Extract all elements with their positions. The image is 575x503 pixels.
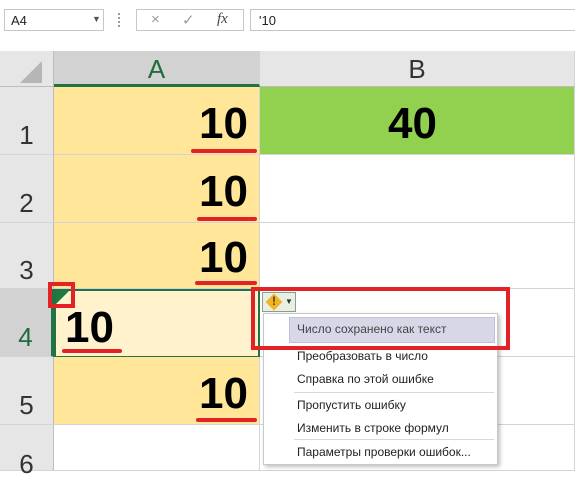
cell-a5[interactable]: 10 [54,357,260,425]
cell-b1[interactable]: 40 [260,87,575,155]
row-header-3[interactable]: 3 [0,223,54,289]
red-underline [197,217,257,221]
cancel-icon[interactable]: × [151,11,160,28]
formula-value: '10 [259,13,276,28]
cell-a1[interactable]: 10 [54,87,260,155]
row-header-2[interactable]: 2 [0,155,54,223]
enter-icon[interactable]: ✓ [182,11,195,29]
row-header-6[interactable]: 6 [0,425,54,479]
red-underline [62,349,122,353]
name-box[interactable]: A4 ▼ [4,9,104,31]
insert-function-icon[interactable]: fx [217,11,228,28]
cell-a2-value: 10 [199,167,248,216]
red-underline [196,418,257,422]
cell-b2[interactable] [260,155,575,223]
cell-a3-value: 10 [199,233,248,282]
cell-b3[interactable] [260,223,575,289]
column-header-a[interactable]: A [54,51,260,87]
name-box-value: A4 [11,13,27,28]
red-underline [195,281,257,285]
menu-item-help-on-error[interactable]: Справка по этой ошибке [266,367,495,391]
cell-a6[interactable] [54,425,260,471]
menu-item-ignore-error[interactable]: Пропустить ошибку [266,393,495,417]
red-highlight-box-indicator [48,282,75,308]
red-underline [191,149,257,153]
cell-a2[interactable]: 10 [54,155,260,223]
formula-bar-divider [118,13,120,27]
cell-a3[interactable]: 10 [54,223,260,289]
column-header-b[interactable]: B [260,51,575,87]
row-header-5[interactable]: 5 [0,357,54,425]
row-header-4[interactable]: 4 [0,289,54,357]
chevron-down-icon[interactable]: ▼ [92,14,101,24]
formula-input[interactable]: '10 [250,9,575,31]
select-all-corner[interactable] [0,51,54,87]
formula-bar: A4 ▼ × ✓ fx '10 [0,0,575,44]
cell-b1-value: 40 [388,99,437,148]
cell-a1-value: 10 [199,99,248,148]
cell-a5-value: 10 [199,369,248,418]
cell-a4-value: 10 [65,303,114,352]
menu-item-error-checking-options[interactable]: Параметры проверки ошибок... [266,440,495,464]
formula-buttons: × ✓ fx [136,9,244,31]
cell-a4-selected[interactable]: 10 [54,289,260,358]
select-all-triangle-icon [20,61,42,83]
red-highlight-box-menu [251,287,510,350]
menu-item-edit-in-formula-bar[interactable]: Изменить в строке формул [266,416,495,440]
row-header-1[interactable]: 1 [0,87,54,155]
